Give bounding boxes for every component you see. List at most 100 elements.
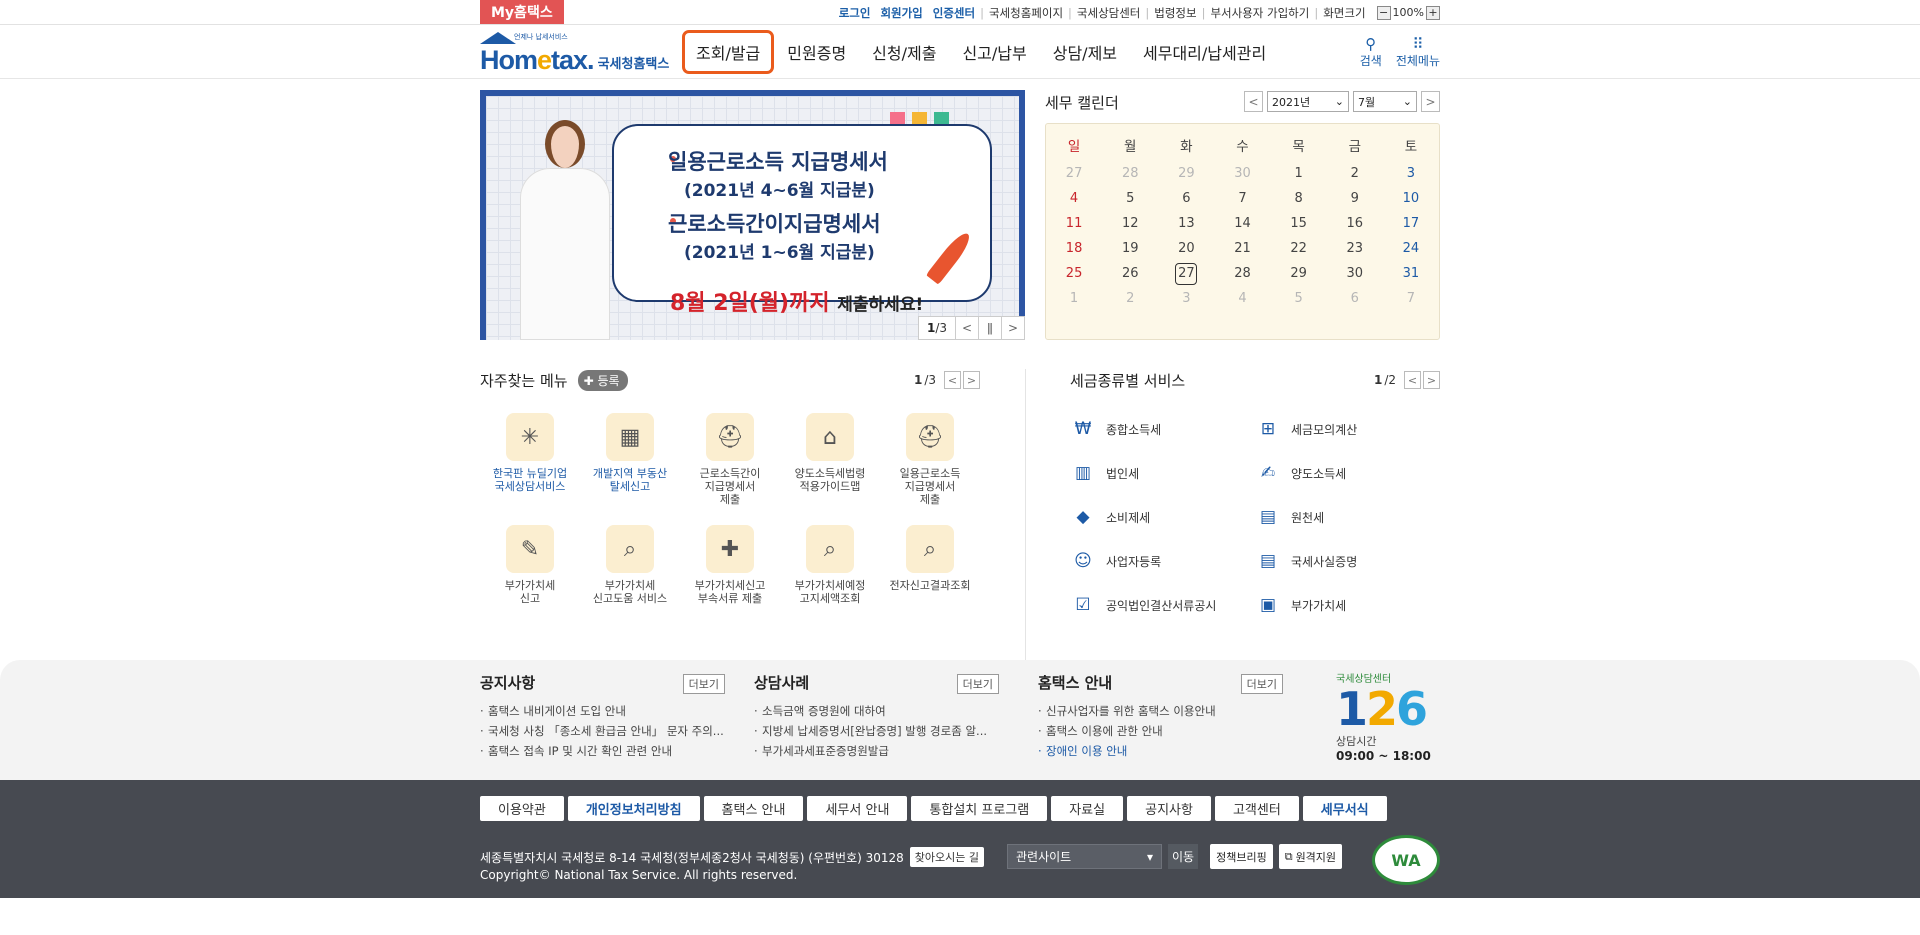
my-hometax-button[interactable]: My홈택스 xyxy=(480,0,564,24)
calendar-day[interactable]: 23 xyxy=(1327,236,1383,261)
consult-center-link[interactable]: 국세상담센터 xyxy=(1072,5,1145,21)
calendar-day[interactable]: 16 xyxy=(1327,211,1383,236)
calendar-day[interactable]: 30 xyxy=(1327,261,1383,286)
consult-case-item[interactable]: 소득금액 증명원에 대하여 xyxy=(754,701,999,721)
login-link[interactable]: 로그인 xyxy=(834,5,876,21)
calendar-day[interactable]: 15 xyxy=(1271,211,1327,236)
calendar-day[interactable]: 13 xyxy=(1158,211,1214,236)
footer-install-link[interactable]: 통합설치 프로그램 xyxy=(911,796,1048,821)
favorite-item[interactable]: ⌂ 양도소득세법령 적용가이드맵 xyxy=(780,413,880,525)
notice-more-button[interactable]: 더보기 xyxy=(682,674,725,694)
tax-service-item[interactable]: ▣ 부가가치세 xyxy=(1255,583,1440,627)
month-select[interactable]: 7월 ⌄ xyxy=(1353,91,1417,112)
tax-service-item[interactable]: ⊞ 세금모의계산 xyxy=(1255,407,1440,451)
banner-next-button[interactable]: > xyxy=(1001,316,1025,340)
calendar-day[interactable]: 18 xyxy=(1046,236,1102,261)
calendar-day[interactable]: 28 xyxy=(1102,161,1158,186)
calendar-day[interactable]: 25 xyxy=(1046,261,1102,286)
calendar-day[interactable]: 9 xyxy=(1327,186,1383,211)
tax-service-item[interactable]: ☑ 공익법인결산서류공시 xyxy=(1070,583,1255,627)
nav-apply-submit[interactable]: 신청/제출 xyxy=(859,30,949,74)
calendar-day[interactable]: 3 xyxy=(1158,286,1214,311)
signup-link[interactable]: 회원가입 xyxy=(875,5,927,21)
hometax-guide-item[interactable]: 신규사업자를 위한 홈택스 이용안내 xyxy=(1038,701,1283,721)
cert-center-link[interactable]: 인증센터 xyxy=(928,5,980,21)
all-menu-button[interactable]: ⠿ 전체메뉴 xyxy=(1396,36,1440,69)
favorite-item[interactable]: ✎ 부가가치세 신고 xyxy=(480,525,580,637)
calendar-day[interactable]: 31 xyxy=(1383,261,1439,286)
calendar-day[interactable]: 29 xyxy=(1158,161,1214,186)
law-info-link[interactable]: 법령정보 xyxy=(1149,5,1201,21)
find-way-button[interactable]: 찾아오시는 길 xyxy=(909,847,984,867)
calendar-day[interactable]: 4 xyxy=(1046,186,1102,211)
calendar-day[interactable]: 2 xyxy=(1327,161,1383,186)
hometax-guide-more-button[interactable]: 더보기 xyxy=(1240,674,1283,694)
favorite-item[interactable]: ⌕ 전자신고결과조회 xyxy=(880,525,980,637)
calendar-day[interactable]: 10 xyxy=(1383,186,1439,211)
calendar-day[interactable]: 12 xyxy=(1102,211,1158,236)
calendar-day[interactable]: 1 xyxy=(1046,286,1102,311)
calendar-day[interactable]: 30 xyxy=(1214,161,1270,186)
calendar-day[interactable]: 6 xyxy=(1158,186,1214,211)
calendar-day[interactable]: 14 xyxy=(1214,211,1270,236)
calendar-day[interactable]: 27 xyxy=(1158,261,1214,286)
tax-service-prev-button[interactable]: < xyxy=(1404,371,1421,389)
footer-terms-link[interactable]: 이용약관 xyxy=(480,796,564,821)
nav-tax-agent[interactable]: 세무대리/납세관리 xyxy=(1130,30,1279,74)
footer-tax-forms-link[interactable]: 세무서식 xyxy=(1302,796,1387,821)
notice-item[interactable]: 홈택스 접속 IP 및 시간 확인 관련 안내 xyxy=(480,741,725,761)
footer-customer-center-link[interactable]: 고객센터 xyxy=(1214,796,1299,821)
footer-library-link[interactable]: 자료실 xyxy=(1051,796,1124,821)
calendar-day[interactable]: 17 xyxy=(1383,211,1439,236)
zoom-out-button[interactable]: − xyxy=(1376,5,1391,20)
nts-home-link[interactable]: 국세청홈페이지 xyxy=(984,5,1068,21)
calendar-day[interactable]: 5 xyxy=(1271,286,1327,311)
tax-service-item[interactable]: ▤ 국세사실증명 xyxy=(1255,539,1440,583)
nav-report-pay[interactable]: 신고/납부 xyxy=(949,30,1039,74)
calendar-next-button[interactable]: > xyxy=(1421,91,1440,112)
search-button[interactable]: ⚲ 검색 xyxy=(1360,36,1382,69)
consult-case-item[interactable]: 부가세과세표준증명원발급 xyxy=(754,741,999,761)
footer-hometax-guide-link[interactable]: 홈택스 안내 xyxy=(703,796,804,821)
calendar-day[interactable]: 26 xyxy=(1102,261,1158,286)
favorite-item[interactable]: ▦ 개발지역 부동산 탈세신고 xyxy=(580,413,680,525)
tax-service-item[interactable]: ▥ 법인세 xyxy=(1070,451,1255,495)
dept-user-join-link[interactable]: 부서사용자 가입하기 xyxy=(1205,5,1314,21)
favorite-next-button[interactable]: > xyxy=(963,371,980,389)
calendar-day[interactable]: 24 xyxy=(1383,236,1439,261)
favorite-item[interactable]: ⛑ 근로소득간이 지급명세서 제출 xyxy=(680,413,780,525)
calendar-day[interactable]: 1 xyxy=(1271,161,1327,186)
calendar-day[interactable]: 5 xyxy=(1102,186,1158,211)
hometax-logo[interactable]: 언제나 납세서비스 Hometax. 국세청홈택스 xyxy=(480,30,670,74)
calendar-prev-button[interactable]: < xyxy=(1244,91,1263,112)
calendar-day[interactable]: 7 xyxy=(1383,286,1439,311)
hometax-guide-item[interactable]: 장애인 이용 안내 xyxy=(1038,741,1283,761)
tax-service-item[interactable]: ▤ 원천세 xyxy=(1255,495,1440,539)
nav-inquiry-issue[interactable]: 조회/발급 xyxy=(682,30,775,74)
main-banner[interactable]: 일용근로소득 지급명세서 (2021년 4~6월 지급분) 근로소득간이지급명세… xyxy=(480,90,1025,340)
favorite-item[interactable]: ✳ 한국판 뉴딜기업 국세상담서비스 xyxy=(480,413,580,525)
calendar-day[interactable]: 27 xyxy=(1046,161,1102,186)
year-select[interactable]: 2021년 ⌄ xyxy=(1267,91,1349,112)
tax-service-item[interactable]: ☺ 사업자등록 xyxy=(1070,539,1255,583)
favorite-item[interactable]: ✚ 부가가치세신고 부속서류 제출 xyxy=(680,525,780,637)
tax-service-item[interactable]: ✍ 양도소득세 xyxy=(1255,451,1440,495)
related-site-select[interactable]: 관련사이트 ▾ xyxy=(1007,844,1162,869)
calendar-day[interactable]: 11 xyxy=(1046,211,1102,236)
calendar-day[interactable]: 6 xyxy=(1327,286,1383,311)
banner-prev-button[interactable]: < xyxy=(955,316,979,340)
notice-item[interactable]: 국세청 사칭 「종소세 환급금 안내」 문자 주의... xyxy=(480,721,725,741)
remote-support-link[interactable]: ⧉ 원격지원 xyxy=(1278,844,1343,869)
calendar-day[interactable]: 3 xyxy=(1383,161,1439,186)
calendar-day[interactable]: 4 xyxy=(1214,286,1270,311)
footer-privacy-link[interactable]: 개인정보처리방침 xyxy=(567,796,700,821)
calendar-day[interactable]: 29 xyxy=(1271,261,1327,286)
consult-case-more-button[interactable]: 더보기 xyxy=(956,674,999,694)
consult-case-item[interactable]: 지방세 납세증명서[완납증명] 발행 경로좀 알... xyxy=(754,721,999,741)
banner-pause-button[interactable]: ǁ xyxy=(978,316,1002,340)
calendar-day[interactable]: 7 xyxy=(1214,186,1270,211)
nav-consult-report[interactable]: 상담/제보 xyxy=(1040,30,1130,74)
zoom-in-button[interactable]: + xyxy=(1426,5,1440,20)
calendar-day[interactable]: 20 xyxy=(1158,236,1214,261)
register-button[interactable]: ✚ 등록 xyxy=(577,369,628,391)
